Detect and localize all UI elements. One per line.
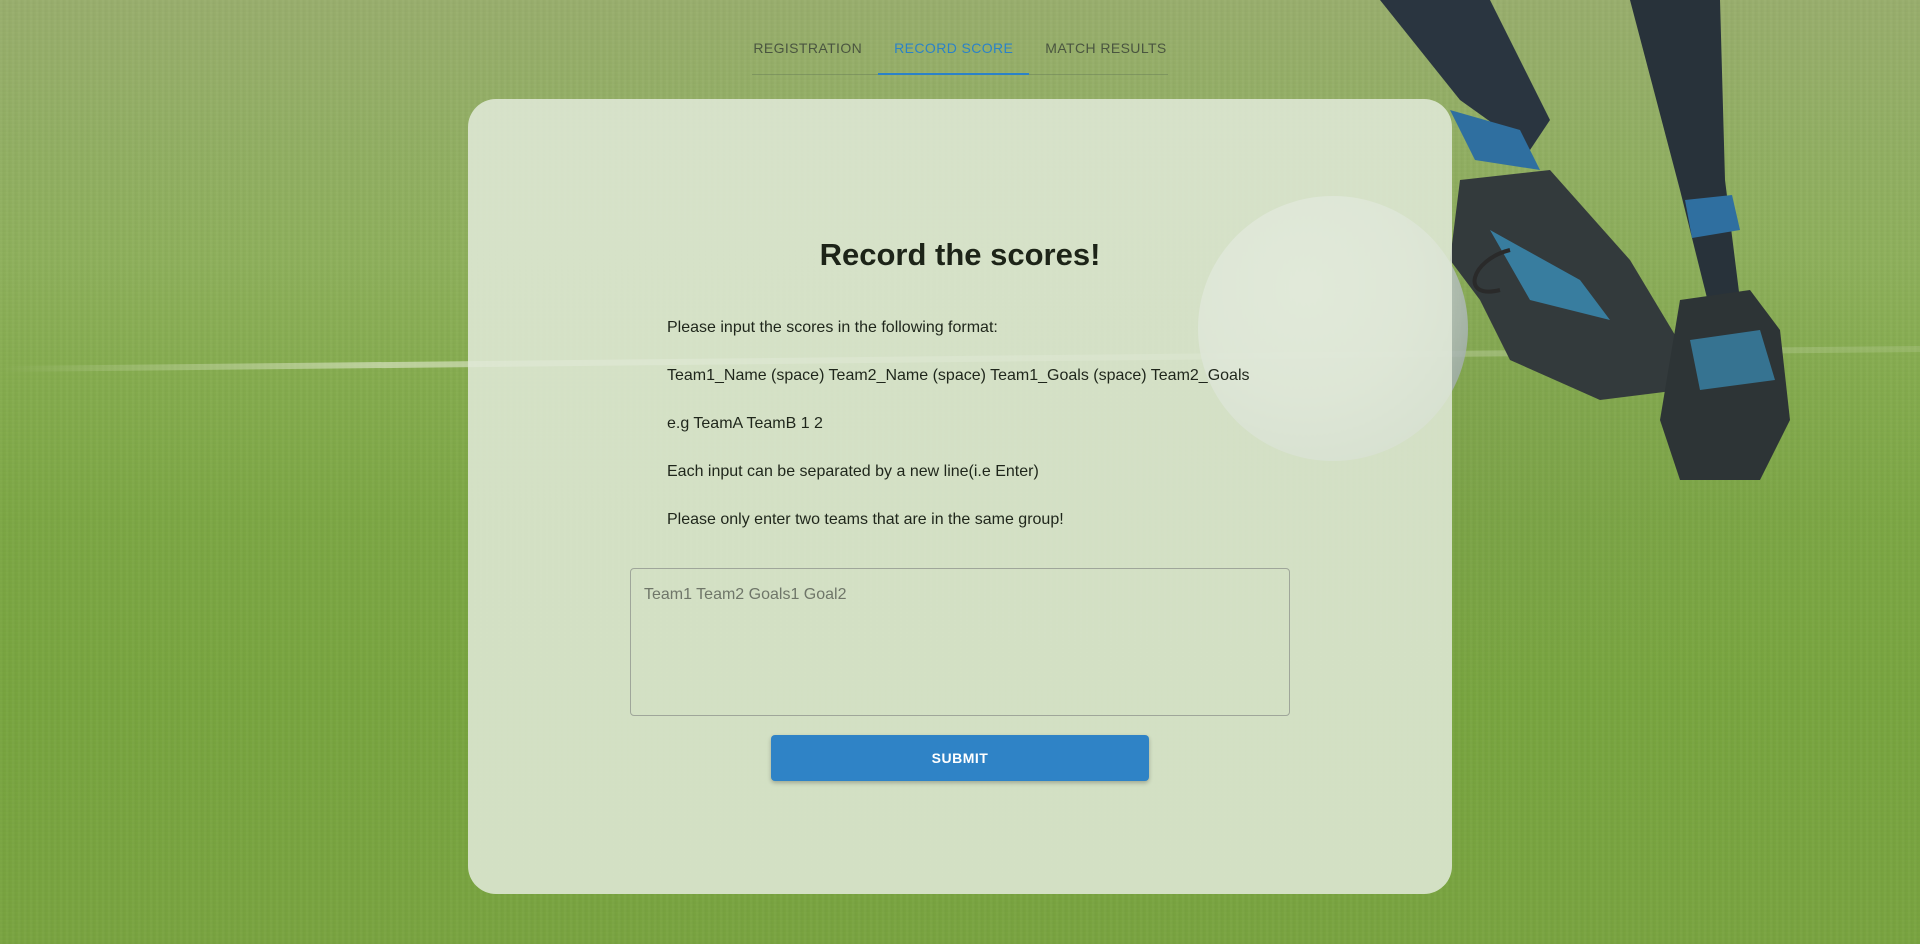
tab-bar: REGISTRATION RECORD SCORE MATCH RESULTS	[752, 30, 1168, 75]
page-title: Record the scores!	[819, 237, 1101, 272]
record-score-card: Record the scores! Please input the scor…	[468, 99, 1452, 894]
scores-input[interactable]	[630, 568, 1290, 716]
page-background: REGISTRATION RECORD SCORE MATCH RESULTS …	[0, 0, 1920, 944]
instruction-newline: Each input can be separated by a new lin…	[667, 463, 1039, 480]
submit-button[interactable]: SUBMIT	[771, 735, 1149, 781]
tab-record-score[interactable]: RECORD SCORE	[878, 30, 1030, 75]
player-legs-image	[1380, 0, 1790, 480]
instruction-format: Team1_Name (space) Team2_Name (space) Te…	[667, 367, 1250, 384]
instructions-block: Please input the scores in the following…	[667, 319, 1307, 559]
tab-registration[interactable]: REGISTRATION	[737, 30, 878, 74]
instruction-format-intro: Please input the scores in the following…	[667, 319, 998, 336]
tab-match-results[interactable]: MATCH RESULTS	[1029, 30, 1182, 74]
instruction-same-group: Please only enter two teams that are in …	[667, 511, 1064, 528]
instruction-example: e.g TeamA TeamB 1 2	[667, 415, 823, 432]
